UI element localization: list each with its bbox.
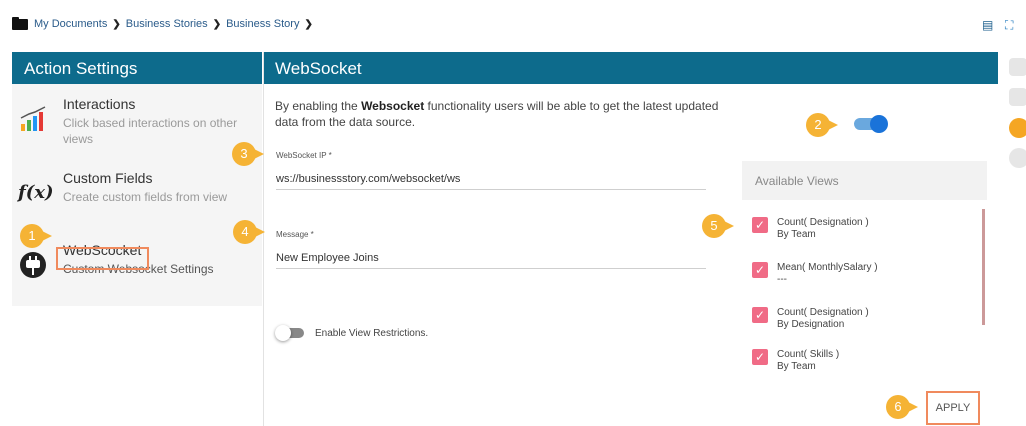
apply-button[interactable]: APPLY (926, 391, 980, 425)
breadcrumb-my-documents[interactable]: My Documents (34, 18, 107, 30)
websocket-ip-label: WebSocket IP * (276, 151, 332, 160)
breadcrumb-business-story[interactable]: Business Story (226, 18, 299, 30)
breadcrumb-business-stories[interactable]: Business Stories (126, 18, 208, 30)
callout-marker: 5 (702, 214, 738, 240)
chevron-right-icon: ❯ (304, 18, 313, 30)
setting-desc: Click based interactions on other views (63, 116, 238, 146)
view-item-name: Count( Designation ) (777, 307, 869, 318)
chart-icon (20, 106, 46, 131)
checkbox-checked-icon[interactable]: ✓ (752, 307, 768, 323)
view-item-sub: By Designation (777, 319, 845, 330)
view-item[interactable]: ✓ Count( Designation ) By Designation (752, 307, 869, 331)
callout-marker: 1 (20, 224, 56, 250)
message-input[interactable]: New Employee Joins (276, 247, 706, 269)
checkbox-checked-icon[interactable]: ✓ (752, 262, 768, 278)
setting-item-interactions[interactable]: Interactions Click based interactions on… (12, 84, 262, 158)
view-item-name: Count( Designation ) (777, 217, 869, 228)
fullscreen-icon[interactable]: ⛶ (1005, 18, 1013, 33)
callout-marker: 2 (806, 113, 842, 139)
setting-title: Interactions (63, 96, 136, 112)
checkbox-checked-icon[interactable]: ✓ (752, 217, 768, 233)
websocket-description: By enabling the Websocket functionality … (275, 98, 745, 130)
plug-icon (20, 252, 46, 278)
views-scrollbar[interactable] (982, 209, 985, 325)
view-item-text: Count( Designation ) By Team (777, 217, 869, 241)
callout-tail (906, 401, 918, 413)
setting-title: Custom Fields (63, 170, 153, 186)
description-text: By enabling the (275, 99, 362, 113)
view-item[interactable]: ✓ Count( Skills ) By Team (752, 349, 839, 373)
callout-tail (826, 119, 838, 131)
websocket-panel: WebSocket By enabling the Websocket func… (263, 52, 998, 426)
websocket-title: WebSocket (264, 52, 998, 84)
setting-item-custom-fields[interactable]: f(x) Custom Fields Create custom fields … (12, 158, 262, 232)
callout-tail (252, 148, 264, 160)
view-item-name: Count( Skills ) (777, 349, 840, 360)
view-item-sub: --- (777, 274, 787, 285)
function-icon: f(x) (18, 182, 54, 203)
chevron-right-icon: ❯ (212, 18, 222, 30)
right-toolbar (1003, 52, 1026, 172)
breadcrumb: My Documents ❯ Business Stories ❯ Busine… (12, 16, 318, 30)
available-views-panel: Available Views ✓ Count( Designation ) B… (742, 161, 987, 373)
callout-marker: 4 (233, 220, 269, 246)
chevron-right-icon: ❯ (112, 18, 121, 30)
websocket-highlight-box (56, 247, 149, 270)
view-item-text: Mean( MonthlySalary ) --- (777, 262, 878, 286)
settings-icon[interactable] (1009, 118, 1026, 138)
chart-line-icon[interactable] (1009, 88, 1026, 106)
folder-icon (12, 16, 28, 30)
view-restriction-label: Enable View Restrictions. (315, 328, 429, 339)
view-item[interactable]: ✓ Mean( MonthlySalary ) --- (752, 262, 878, 286)
view-restriction-toggle[interactable] (275, 325, 304, 341)
save-icon[interactable] (1009, 58, 1026, 76)
callout-tail (722, 220, 734, 232)
checkbox-checked-icon[interactable]: ✓ (752, 349, 768, 365)
callout-tail (40, 230, 52, 242)
available-views-list[interactable]: ✓ Count( Designation ) By Team ✓ Mean( M… (742, 203, 987, 373)
available-views-header: Available Views (742, 161, 987, 200)
message-label: Message * (276, 230, 314, 239)
callout-marker: 3 (232, 142, 268, 168)
action-settings-title: Action Settings (12, 52, 262, 84)
view-item-text: Count( Skills ) By Team (777, 349, 839, 373)
top-bar: My Documents ❯ Business Stories ❯ Busine… (0, 0, 1026, 44)
comment-icon[interactable]: ▤ (982, 18, 993, 32)
view-item-name: Mean( MonthlySalary ) (777, 262, 878, 273)
view-item-text: Count( Designation ) By Designation (777, 307, 869, 331)
view-item[interactable]: ✓ Count( Designation ) By Team (752, 217, 869, 241)
description-bold: Websocket (361, 99, 425, 113)
action-settings-list: Interactions Click based interactions on… (12, 84, 262, 306)
callout-marker: 6 (886, 395, 922, 421)
websocket-ip-input[interactable]: ws://businessstory.com/websocket/ws (276, 168, 706, 190)
setting-desc: Create custom fields from view (63, 190, 228, 204)
toggle-knob (275, 325, 291, 341)
back-icon[interactable] (1009, 148, 1026, 168)
view-item-sub: By Team (777, 361, 816, 372)
view-item-sub: By Team (777, 229, 816, 240)
toggle-knob (870, 115, 888, 133)
websocket-toggle[interactable] (854, 115, 888, 133)
callout-tail (253, 226, 265, 238)
